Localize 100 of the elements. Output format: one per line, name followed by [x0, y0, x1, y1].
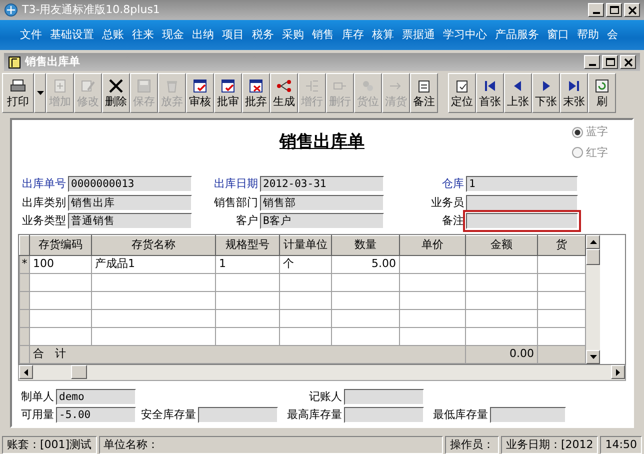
text-field[interactable]: 普通销售: [68, 213, 192, 230]
toolbar-button[interactable]: 批弃: [242, 73, 270, 113]
scroll-thumb[interactable]: [71, 365, 87, 379]
menu-item[interactable]: 往来: [128, 26, 158, 44]
scroll-thumb[interactable]: [586, 248, 600, 264]
maximize-button[interactable]: [606, 3, 622, 17]
table-cell: 100: [30, 255, 92, 273]
text-field[interactable]: B客户: [260, 213, 384, 230]
toolbar-button[interactable]: 打印: [2, 73, 34, 113]
toolbar-button[interactable]: 下张: [532, 73, 560, 113]
field-label: 业务员: [430, 194, 465, 210]
toolbar-button[interactable]: 批审: [214, 73, 242, 113]
status-panel: 14:50: [600, 436, 642, 454]
field-label: 安全库存量: [140, 407, 197, 423]
maximize-icon: [606, 58, 614, 66]
close-icon: [628, 6, 636, 14]
total-cell: 0.00: [466, 345, 538, 363]
menu-item[interactable]: 销售: [308, 26, 338, 44]
text-field[interactable]: 0000000013: [68, 176, 192, 192]
status-panel: 账套：[001]测试: [2, 436, 97, 454]
text-field[interactable]: [466, 213, 578, 230]
text-field[interactable]: 2012-03-31: [260, 176, 384, 192]
note-icon: [416, 78, 432, 94]
field-label: 可用量: [20, 407, 55, 423]
minimize-button[interactable]: [588, 3, 604, 17]
nodes-icon: [276, 78, 292, 94]
menu-item[interactable]: 学习中心: [439, 26, 491, 44]
field-label: 客户: [235, 213, 259, 229]
toolbar-button[interactable]: 备注: [410, 73, 438, 113]
column-header[interactable]: 存货编码: [30, 235, 92, 255]
toolbar-button[interactable]: 刷: [588, 73, 616, 113]
field-label: 出库日期: [213, 176, 259, 192]
menu-item[interactable]: 总账: [98, 26, 128, 44]
field-label: 最低库存量: [432, 407, 489, 423]
document-icon: [8, 56, 21, 68]
table-cell: 个: [280, 255, 332, 273]
menu-item[interactable]: 产品服务: [491, 26, 543, 44]
menu-item[interactable]: 会: [603, 26, 622, 44]
toolbar-button[interactable]: 首张: [476, 73, 504, 113]
maximize-icon: [610, 6, 618, 14]
toolbar-button[interactable]: 生成: [270, 73, 298, 113]
field-label: 备注: [441, 213, 465, 229]
minimize-button[interactable]: [584, 55, 600, 69]
field-label: 销售部门: [213, 194, 259, 210]
text-field[interactable]: demo: [56, 388, 136, 405]
menu-item[interactable]: 采购: [278, 26, 308, 44]
toolbar-button[interactable]: 上张: [504, 73, 532, 113]
text-field[interactable]: -5.00: [56, 407, 136, 424]
text-field[interactable]: [198, 407, 278, 424]
status-panel: 业务日期：[2012: [501, 436, 598, 454]
toolbar-button[interactable]: 删除: [102, 73, 130, 113]
checklist-icon: [192, 78, 208, 94]
window-title: T3-用友通标准版10.8plus1: [22, 2, 160, 18]
text-field[interactable]: [490, 407, 566, 424]
close-icon: [624, 58, 632, 66]
text-field[interactable]: 1: [466, 176, 578, 192]
menu-item[interactable]: 现金: [158, 26, 188, 44]
column-header[interactable]: 货: [538, 235, 586, 255]
minimize-icon: [592, 12, 600, 14]
close-button[interactable]: [620, 55, 636, 69]
menu-item[interactable]: 项目: [218, 26, 248, 44]
menu-item[interactable]: 库存: [338, 26, 368, 44]
text-field[interactable]: 销售部: [260, 194, 384, 211]
text-field[interactable]: 销售出库: [68, 194, 192, 211]
toolbar-button[interactable]: 末张: [560, 73, 588, 113]
maximize-button[interactable]: [602, 55, 618, 69]
menu-item[interactable]: 核算: [368, 26, 398, 44]
menu-item[interactable]: 票据通: [398, 26, 439, 44]
text-field[interactable]: [466, 194, 578, 211]
column-header[interactable]: 规格型号: [216, 235, 280, 255]
column-header[interactable]: 金额: [466, 235, 538, 255]
field-label: 记账人: [308, 388, 343, 404]
text-field[interactable]: [344, 407, 424, 424]
column-header[interactable]: 单价: [400, 235, 466, 255]
field-label: 出库类别: [22, 194, 67, 210]
menu-item[interactable]: 窗口: [543, 26, 573, 44]
dropdown-button[interactable]: [34, 73, 46, 113]
minimize-icon: [588, 64, 596, 66]
toolbar-button[interactable]: 审核: [186, 73, 214, 113]
rows-icon: [304, 78, 320, 94]
scroll-up-icon: [590, 240, 596, 244]
column-header[interactable]: 存货名称: [92, 235, 216, 255]
horizontal-scrollbar[interactable]: [18, 364, 626, 380]
text-field[interactable]: [344, 388, 424, 405]
close-button[interactable]: [624, 3, 640, 17]
vertical-scrollbar[interactable]: [586, 234, 600, 364]
status-panel: 单位名称：: [98, 436, 443, 454]
toolbar-button[interactable]: 定位: [448, 73, 476, 113]
document-title: 销售出库单: [25, 54, 80, 70]
scroll-left-icon: [24, 368, 28, 376]
field-label: 制单人: [20, 388, 55, 404]
form-title: 销售出库单: [280, 131, 364, 154]
menu-item[interactable]: 帮助: [573, 26, 603, 44]
column-header[interactable]: 计量单位: [280, 235, 332, 255]
column-header[interactable]: 数量: [332, 235, 400, 255]
menu-item[interactable]: 文件: [16, 26, 46, 44]
menu-item[interactable]: 基础设置: [46, 26, 98, 44]
menu-item[interactable]: 税务: [248, 26, 278, 44]
printer-icon: [10, 78, 26, 94]
menu-item[interactable]: 出纳: [188, 26, 218, 44]
